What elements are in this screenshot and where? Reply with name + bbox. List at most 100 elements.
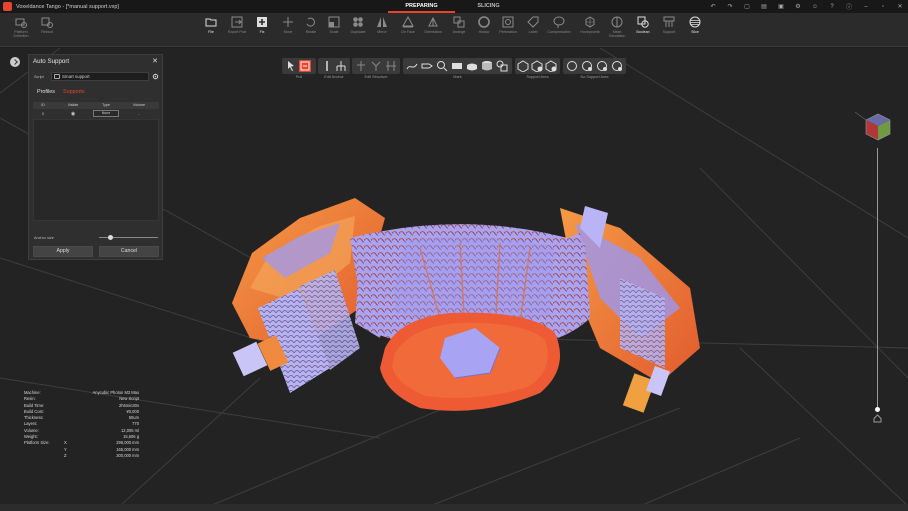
tool-duplicate[interactable]: Duplicate	[345, 16, 371, 34]
tool-label: Scale	[329, 30, 339, 34]
tool-support[interactable]: Support	[656, 16, 682, 34]
close-window-icon[interactable]: ✕	[896, 3, 904, 10]
pull-select-icon[interactable]	[299, 60, 311, 72]
close-icon[interactable]: ✕	[152, 57, 158, 65]
undo-icon[interactable]: ↶	[709, 3, 717, 10]
info-value: 15,606 g	[123, 434, 139, 440]
supports-list-area	[33, 119, 159, 221]
edit-anchor-group	[318, 58, 350, 74]
expand-sidebar-button[interactable]	[10, 57, 20, 67]
info-value: 12,005 ml	[121, 427, 139, 433]
tool-platform-definition[interactable]: Platform Definition	[8, 16, 34, 38]
tool-orientation[interactable]: Orientation	[420, 16, 446, 34]
anchor-size-slider-handle[interactable]	[108, 235, 114, 240]
mark-cylinder-icon[interactable]	[481, 60, 493, 72]
hollow-icon	[478, 16, 490, 28]
no-support-circle-edit-icon[interactable]	[611, 60, 623, 72]
script-file-icon	[54, 74, 60, 79]
no-support-circle-remove-icon[interactable]	[596, 60, 608, 72]
info-value: 300,000 mm	[116, 452, 139, 458]
tool-on-face[interactable]: On Face	[395, 16, 421, 34]
gear-icon[interactable]	[152, 73, 159, 80]
script-select-value: Smart support	[62, 74, 90, 79]
tool-boolean[interactable]: Boolean	[630, 16, 656, 34]
title-bar: Voxeldance Tango - [*manual support.vxp]…	[0, 0, 908, 13]
row-type-button[interactable]: None	[93, 110, 119, 118]
tool-hollow[interactable]: Hollow	[471, 16, 497, 34]
status-bar	[0, 504, 908, 511]
tab-preparing[interactable]: PREPARING	[388, 0, 455, 13]
row-id: 0	[42, 112, 44, 116]
eye-icon[interactable]: ◉	[53, 110, 93, 118]
mark-group	[403, 58, 512, 74]
tool-label: Mirror	[377, 30, 387, 34]
redo-icon[interactable]: ↷	[726, 3, 734, 10]
tool-label-tag[interactable]: Label	[520, 16, 546, 34]
mode-tabs: PREPARING SLICING	[388, 0, 522, 13]
support-area-remove-icon[interactable]	[545, 60, 557, 72]
tab-profiles[interactable]: Profiles	[37, 89, 55, 95]
support-area-cube-icon[interactable]	[517, 60, 529, 72]
save-icon[interactable]: ▣	[777, 3, 785, 10]
mark-rect-icon[interactable]	[451, 60, 463, 72]
mark-shapes-icon[interactable]	[496, 60, 508, 72]
cursor-icon[interactable]	[285, 60, 297, 72]
structure-grid-icon[interactable]	[385, 60, 397, 72]
anchor-line-icon[interactable]	[321, 60, 333, 72]
tab-supports[interactable]: Supports	[63, 89, 85, 95]
tool-slice[interactable]: Slice	[682, 16, 708, 34]
tool-mesh-simulation[interactable]: Mesh Simulation	[604, 16, 630, 38]
tool-honeycomb[interactable]: Honeycomb	[577, 16, 603, 34]
honeycomb-icon	[585, 16, 595, 28]
mark-line-icon[interactable]	[406, 60, 418, 72]
tool-label: Honeycomb	[580, 30, 600, 34]
machine-info-panel: Machine: Anycubic Photon M3 Max Resin: New…	[24, 390, 139, 459]
structure-cross-icon[interactable]	[355, 60, 367, 72]
supports-table-header: ID Visible Type Volume	[33, 102, 159, 109]
layer-slider-track[interactable]	[877, 148, 878, 410]
tool-fix[interactable]: Fix	[249, 16, 275, 34]
minimize-icon[interactable]: –	[862, 4, 870, 10]
info-icon[interactable]: ⓘ	[845, 2, 853, 11]
layer-slider-handle[interactable]	[875, 407, 880, 412]
tab-slicing[interactable]: SLICING	[455, 0, 522, 13]
anchor-tree-icon[interactable]	[335, 60, 347, 72]
tool-arrange[interactable]: Arrange	[446, 16, 472, 34]
fix-plus-icon	[257, 17, 267, 27]
tool-perforation[interactable]: Perforation	[495, 16, 521, 34]
mark-plane-icon[interactable]	[466, 60, 478, 72]
mark-tag-icon[interactable]	[421, 60, 433, 72]
mark-search-icon[interactable]	[436, 60, 448, 72]
no-support-circle-icon[interactable]	[566, 60, 578, 72]
cancel-button[interactable]: Cancel	[99, 246, 159, 257]
no-support-circle-add-icon[interactable]	[581, 60, 593, 72]
tool-label: Slice	[691, 30, 699, 34]
tool-mirror[interactable]: Mirror	[369, 16, 395, 34]
settings-gear-icon[interactable]: ⚙	[794, 3, 802, 10]
open-file-icon[interactable]: ▤	[760, 3, 768, 10]
info-key: Layers:	[24, 421, 38, 427]
panel-title: Auto Support	[33, 58, 70, 65]
new-file-icon[interactable]: ▢	[743, 3, 751, 10]
apply-button[interactable]: Apply	[33, 246, 93, 257]
support-area-add-icon[interactable]	[531, 60, 543, 72]
maximize-icon[interactable]: ▫	[879, 4, 887, 10]
info-value: ¥0,000	[126, 408, 139, 414]
feedback-icon[interactable]: ☺	[811, 4, 819, 10]
tool-reboot[interactable]: Reboot	[34, 16, 60, 34]
tool-label: Platform Definition	[13, 30, 29, 39]
info-value: 165,000 mm	[116, 446, 139, 452]
tool-file[interactable]: File	[198, 16, 224, 34]
home-icon[interactable]	[873, 414, 882, 423]
help-icon[interactable]: ?	[828, 4, 836, 10]
info-key: Resin:	[24, 396, 36, 402]
tool-export-part[interactable]: Export Part	[224, 16, 250, 34]
tool-scale[interactable]: Scale	[321, 16, 347, 34]
tool-compensation[interactable]: Compensation	[546, 16, 572, 34]
table-row[interactable]: 0 ◉ None -	[33, 110, 159, 118]
move-icon	[283, 17, 293, 27]
structure-fork-icon[interactable]	[370, 60, 382, 72]
info-value: Anycubic Photon M3 Max	[92, 390, 139, 395]
script-select[interactable]: Smart support	[51, 72, 149, 81]
nav-cube-icon[interactable]	[854, 111, 891, 141]
